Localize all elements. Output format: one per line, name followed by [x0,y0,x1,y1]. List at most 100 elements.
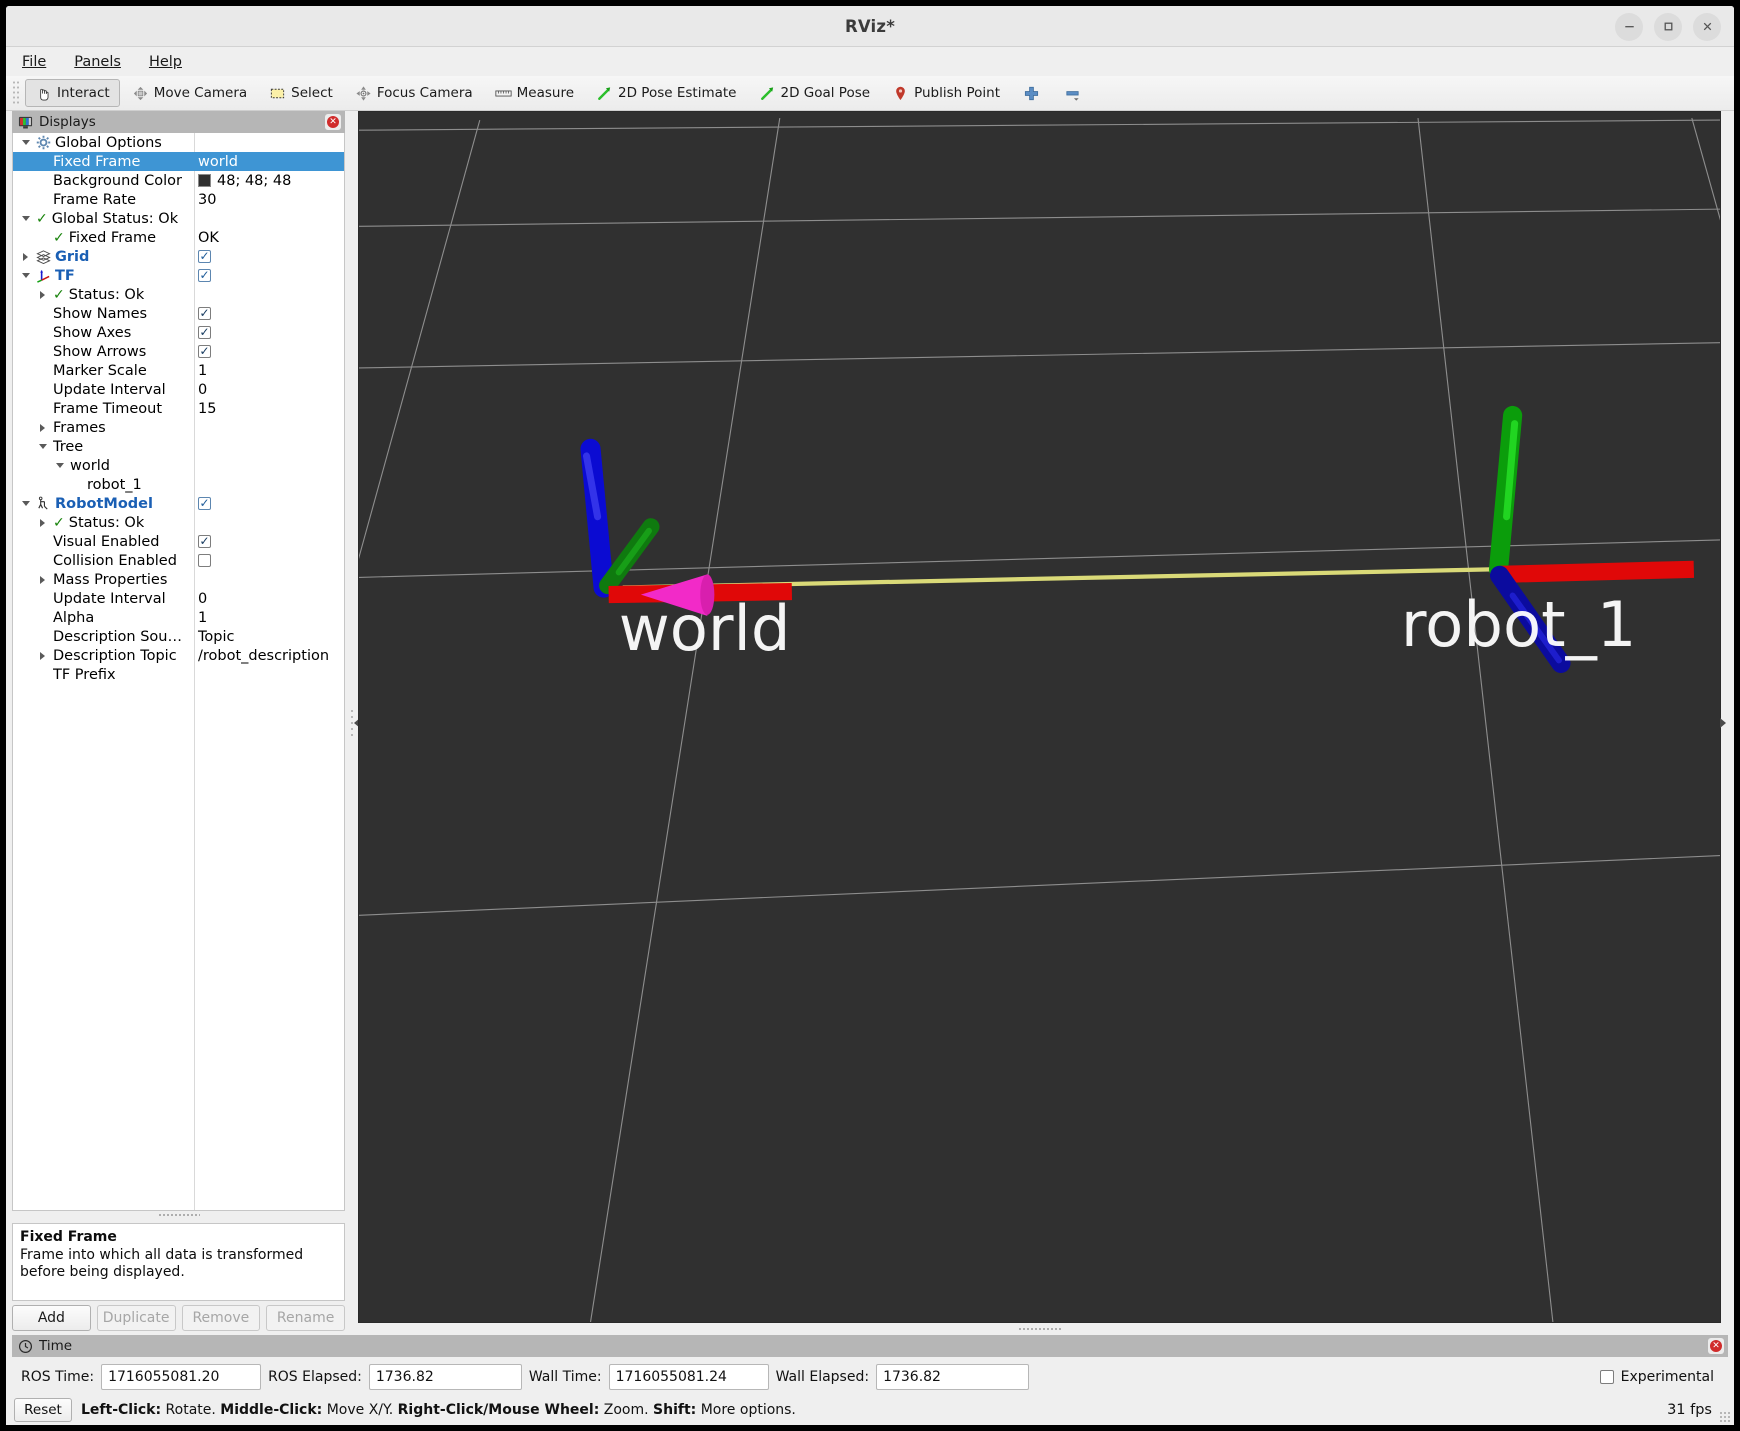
menu-file[interactable]: File [20,52,48,72]
tree-row-background-color[interactable]: Background Color 48; 48; 48 [13,171,344,190]
tree-row-checkbox[interactable] [198,307,211,320]
tree-row-value[interactable] [194,345,344,358]
tool-2d-pose-estimate[interactable]: 2D Pose Estimate [586,79,746,107]
chevron-down-icon[interactable] [19,216,32,221]
tree-row-collision-enabled[interactable]: Collision Enabled [13,551,344,570]
tree-row-update-interval[interactable]: Update Interval 0 [13,380,344,399]
remove-button[interactable]: Remove [181,1305,261,1331]
add-button[interactable]: Add [12,1305,91,1331]
ros-time-input[interactable]: 1716055081.20 [101,1364,262,1390]
tree-row-grid[interactable]: Grid [13,247,344,266]
tree-row-value[interactable]: 15 [194,401,344,417]
chevron-down-icon[interactable] [53,463,66,468]
tool-select[interactable]: Select [259,79,343,107]
duplicate-button[interactable]: Duplicate [96,1305,176,1331]
tree-row-value[interactable]: 1 [194,363,344,379]
tree-row-value[interactable] [194,307,344,320]
tree-row-fixed-frame[interactable]: Fixed Frame world [13,152,344,171]
color-swatch[interactable] [198,174,211,187]
chevron-right-icon[interactable] [19,252,32,261]
tree-row-update-interval[interactable]: Update Interval 0 [13,589,344,608]
wall-time-input[interactable]: 1716055081.24 [608,1364,769,1390]
displays-splitter[interactable] [12,1211,345,1218]
tree-row-value[interactable] [194,535,344,548]
tree-row-value[interactable]: OK [194,230,344,246]
tree-row-value[interactable] [194,250,344,263]
chevron-right-icon[interactable] [36,651,49,660]
viewport-bottom-splitter[interactable] [358,1323,1721,1335]
experimental-checkbox[interactable] [1599,1370,1614,1384]
tree-row-mass-properties[interactable]: Mass Properties [13,570,344,589]
menu-panels[interactable]: Panels [72,52,123,72]
tree-row-checkbox[interactable] [198,326,211,339]
tree-row-tf[interactable]: TF [13,266,344,285]
tree-row-value[interactable]: 48; 48; 48 [194,173,344,189]
tree-row-visual-enabled[interactable]: Visual Enabled [13,532,344,551]
tree-row-value[interactable]: world [194,154,344,170]
tool-publish-point[interactable]: Publish Point [882,79,1010,107]
tree-row-description-topic[interactable]: Description Topic/robot_description [13,646,344,665]
tree-row-show-axes[interactable]: Show Axes [13,323,344,342]
chevron-right-icon[interactable] [36,423,49,432]
tree-row-checkbox[interactable] [198,345,211,358]
tree-row-robot-1[interactable]: robot_1 [13,475,344,494]
tree-row-value[interactable]: 30 [194,192,344,208]
tree-row-value[interactable]: 1 [194,610,344,626]
rename-button[interactable]: Rename [266,1305,345,1331]
tool-remove-dropdown[interactable] [1053,79,1092,107]
tree-row-world[interactable]: world [13,456,344,475]
tree-row-checkbox[interactable] [198,535,211,548]
toolbar-grip[interactable] [12,80,21,106]
resize-grip[interactable] [1719,1411,1731,1423]
tool-2d-goal-pose[interactable]: 2D Goal Pose [749,79,881,107]
wall-elapsed-input[interactable]: 1736.82 [876,1364,1030,1390]
tree-row-description-sou[interactable]: Description Sou… Topic [13,627,344,646]
tree-row-show-names[interactable]: Show Names [13,304,344,323]
minimize-button[interactable] [1615,12,1643,41]
menu-help[interactable]: Help [147,52,184,72]
tree-row-frames[interactable]: Frames [13,418,344,437]
tree-row-status-ok[interactable]: ✓ Status: Ok [13,285,344,304]
tree-row-tree[interactable]: Tree [13,437,344,456]
tree-row-alpha[interactable]: Alpha 1 [13,608,344,627]
left-panel-collapse-handle[interactable] [345,111,360,1335]
maximize-button[interactable] [1654,12,1682,41]
tool-add[interactable] [1012,79,1051,107]
ros-elapsed-input[interactable]: 1736.82 [368,1364,522,1390]
tree-row-value[interactable]: Topic [194,629,344,645]
tree-row-fixed-frame[interactable]: ✓ Fixed Frame OK [13,228,344,247]
tree-row-checkbox[interactable] [198,554,211,567]
right-panel-expand-handle[interactable] [1719,111,1734,1335]
tree-row-value[interactable] [194,326,344,339]
tree-row-value[interactable]: 0 [194,591,344,607]
close-button[interactable] [1693,12,1721,41]
tree-row-frame-timeout[interactable]: Frame Timeout 15 [13,399,344,418]
tree-row-checkbox[interactable] [198,269,211,282]
tool-move-camera[interactable]: Move Camera [122,79,257,107]
tree-row-tf-prefix[interactable]: TF Prefix [13,665,344,684]
displays-tree[interactable]: Global Options Fixed Frame world Background… [12,133,345,1211]
reset-button[interactable]: Reset [14,1398,72,1422]
tree-row-value[interactable]: 0 [194,382,344,398]
tool-measure[interactable]: Measure [485,79,584,107]
tree-row-global-options[interactable]: Global Options [13,133,344,152]
tree-row-checkbox[interactable] [198,497,211,510]
tool-interact[interactable]: Interact [25,79,120,107]
chevron-down-icon[interactable] [19,140,32,145]
tree-row-checkbox[interactable] [198,250,211,263]
chevron-right-icon[interactable] [36,290,49,299]
chevron-down-icon[interactable] [36,444,49,449]
tree-row-value[interactable]: /robot_description [194,648,344,664]
tree-row-value[interactable] [194,497,344,510]
experimental-toggle[interactable]: Experimental [1599,1369,1726,1385]
chevron-down-icon[interactable] [19,501,32,506]
tree-row-status-ok[interactable]: ✓ Status: Ok [13,513,344,532]
tree-row-frame-rate[interactable]: Frame Rate 30 [13,190,344,209]
tool-focus-camera[interactable]: Focus Camera [345,79,483,107]
chevron-right-icon[interactable] [36,575,49,584]
tree-row-value[interactable] [194,554,344,567]
tree-row-value[interactable] [194,269,344,282]
tree-row-marker-scale[interactable]: Marker Scale 1 [13,361,344,380]
chevron-right-icon[interactable] [36,518,49,527]
tree-row-global-status-ok[interactable]: ✓ Global Status: Ok [13,209,344,228]
